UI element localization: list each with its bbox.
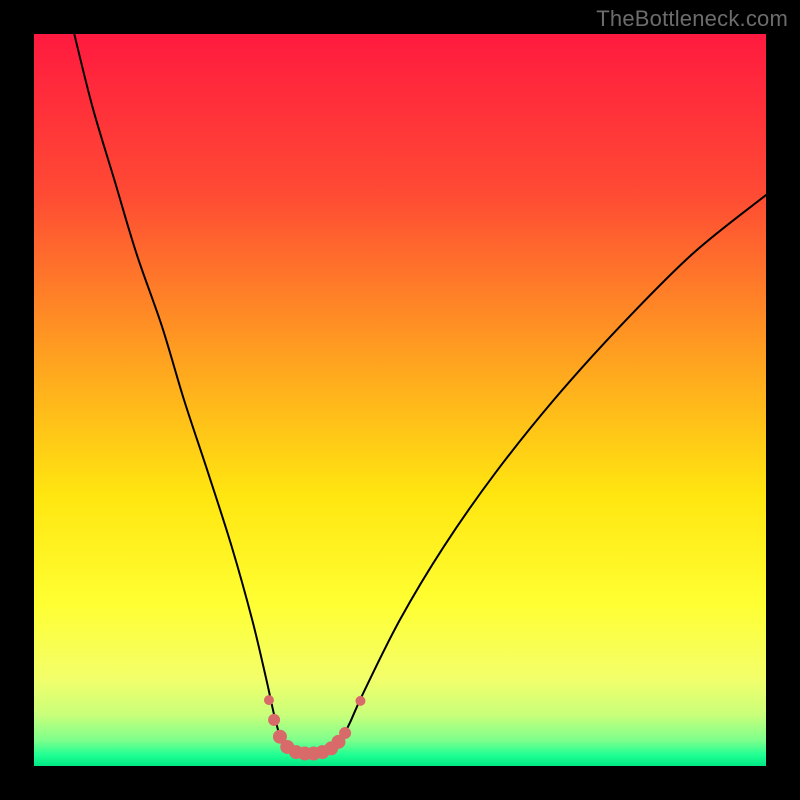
marker-dot — [264, 695, 274, 705]
chart-frame: TheBottleneck.com — [0, 0, 800, 800]
chart-svg — [34, 34, 766, 766]
gradient-background — [34, 34, 766, 766]
marker-dot — [268, 714, 280, 726]
plot-area — [34, 34, 766, 766]
marker-dot — [355, 696, 365, 706]
marker-dot — [339, 727, 351, 739]
watermark-text: TheBottleneck.com — [596, 6, 788, 32]
